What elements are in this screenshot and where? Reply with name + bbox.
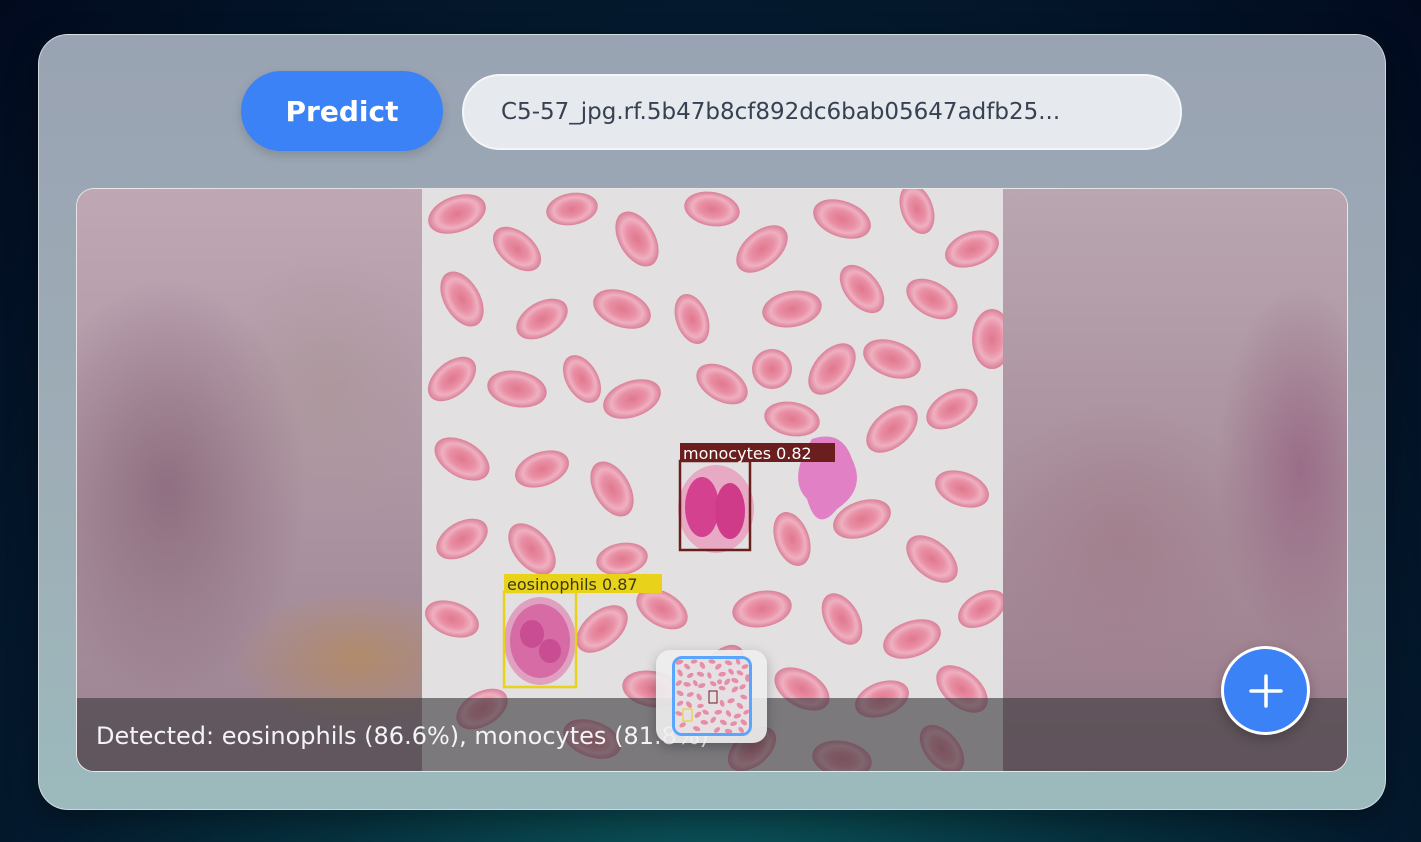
red-blood-cell	[752, 349, 792, 389]
predict-button[interactable]: Predict	[241, 71, 443, 151]
thumbnail-preview	[675, 659, 749, 733]
detection-caption: Detected: eosinophils (86.6%), monocytes…	[96, 722, 710, 750]
add-image-button[interactable]	[1221, 646, 1310, 735]
monocyte-label: monocytes 0.82	[683, 444, 812, 463]
eosinophil-cell	[504, 597, 576, 685]
thumbnail-card[interactable]	[656, 650, 767, 743]
image-thumbnail[interactable]	[672, 656, 752, 736]
blurred-background-left	[77, 189, 422, 771]
thumbnail-cell	[717, 679, 723, 685]
file-name-field[interactable]: C5-57_jpg.rf.5b47b8cf892dc6bab05647adfb2…	[462, 74, 1182, 150]
eosinophil-label: eosinophils 0.87	[507, 575, 638, 594]
monocyte-cell	[678, 465, 754, 553]
plus-icon	[1248, 673, 1283, 708]
